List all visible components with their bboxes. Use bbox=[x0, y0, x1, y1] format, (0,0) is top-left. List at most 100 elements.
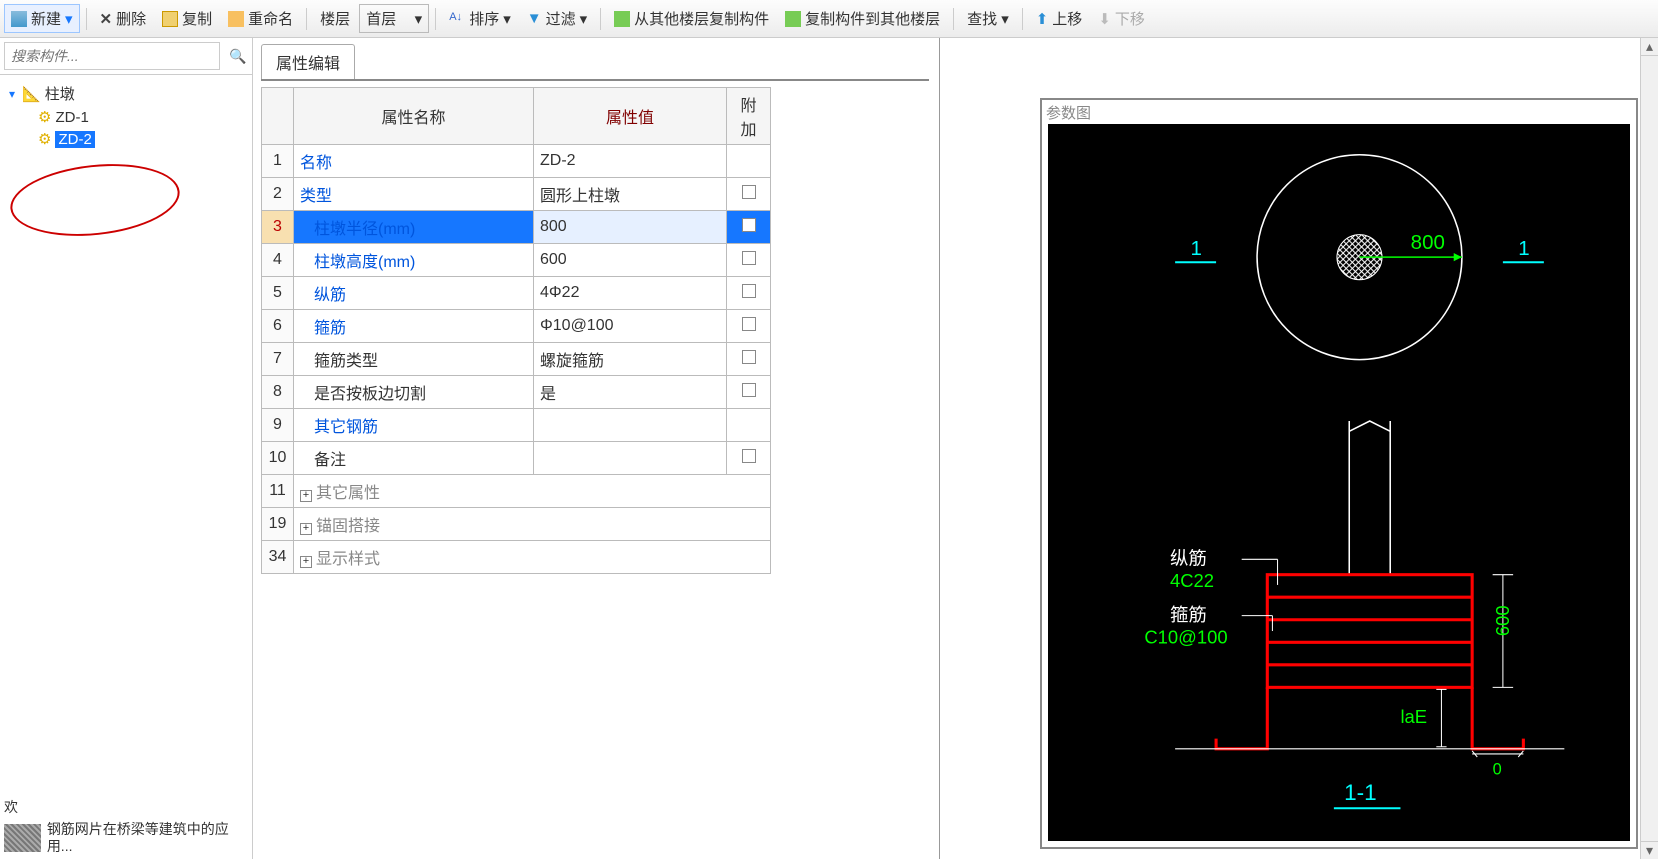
prop-value[interactable]: 圆形上柱墩 bbox=[534, 178, 727, 211]
attach-cell[interactable] bbox=[727, 277, 771, 310]
prop-name[interactable]: 箍筋类型 bbox=[294, 343, 534, 376]
tree-item-label: ZD-2 bbox=[55, 131, 94, 148]
checkbox-icon[interactable] bbox=[742, 284, 756, 298]
dropdown-caret-icon: ▾ bbox=[503, 10, 511, 28]
table-row[interactable]: 4柱墩高度(mm)600 bbox=[262, 244, 771, 277]
rename-button[interactable]: 重命名 bbox=[221, 4, 300, 33]
table-group-row[interactable]: 34+显示样式 bbox=[262, 541, 771, 574]
table-row[interactable]: 10备注 bbox=[262, 442, 771, 475]
filter-label: 过滤 bbox=[546, 8, 576, 29]
group-label[interactable]: +显示样式 bbox=[294, 541, 771, 574]
vertical-scrollbar[interactable]: ▴ ▾ bbox=[1640, 38, 1658, 859]
svg-text:C10@100: C10@100 bbox=[1144, 626, 1227, 647]
table-row[interactable]: 7箍筋类型螺旋箍筋 bbox=[262, 343, 771, 376]
svg-text:1: 1 bbox=[1190, 237, 1201, 260]
checkbox-icon[interactable] bbox=[742, 251, 756, 265]
search-button[interactable]: 🔍 bbox=[224, 38, 252, 74]
attach-cell[interactable] bbox=[727, 145, 771, 178]
news-item[interactable]: 钢筋网片在桥梁等建筑中的应用... bbox=[4, 821, 248, 855]
attach-cell[interactable] bbox=[727, 211, 771, 244]
table-row[interactable]: 2类型圆形上柱墩 bbox=[262, 178, 771, 211]
attach-cell[interactable] bbox=[727, 409, 771, 442]
prop-name[interactable]: 类型 bbox=[294, 178, 534, 211]
sort-label: 排序 bbox=[469, 8, 499, 29]
table-row[interactable]: 5纵筋4Φ22 bbox=[262, 277, 771, 310]
prop-name[interactable]: 柱墩高度(mm) bbox=[294, 244, 534, 277]
tree-item[interactable]: ⚙ ZD-2 bbox=[6, 128, 252, 150]
component-tree: ▾ 📐 柱墩 ⚙ ZD-1 ⚙ ZD-2 bbox=[0, 75, 252, 150]
attach-cell[interactable] bbox=[727, 343, 771, 376]
table-group-row[interactable]: 11+其它属性 bbox=[262, 475, 771, 508]
group-label[interactable]: +锚固搭接 bbox=[294, 508, 771, 541]
delete-button[interactable]: ✕ 删除 bbox=[93, 4, 154, 33]
tree-root[interactable]: ▾ 📐 柱墩 bbox=[6, 81, 252, 106]
prop-value[interactable]: 是 bbox=[534, 376, 727, 409]
copy-to-label: 复制构件到其他楼层 bbox=[805, 8, 940, 29]
floor-value: 首层 bbox=[366, 8, 396, 29]
search-input[interactable] bbox=[4, 42, 220, 70]
prop-name[interactable]: 箍筋 bbox=[294, 310, 534, 343]
dropdown-caret-icon: ▾ bbox=[580, 10, 588, 28]
sort-icon: A↓ bbox=[449, 11, 465, 27]
table-row[interactable]: 3柱墩半径(mm)800 bbox=[262, 211, 771, 244]
checkbox-icon[interactable] bbox=[742, 218, 756, 232]
attach-cell[interactable] bbox=[727, 178, 771, 211]
new-button[interactable]: 新建 ▾ bbox=[4, 4, 80, 33]
prop-value[interactable] bbox=[534, 409, 727, 442]
svg-text:纵筋: 纵筋 bbox=[1170, 547, 1207, 568]
attach-cell[interactable] bbox=[727, 442, 771, 475]
find-button[interactable]: 查找 ▾ bbox=[960, 4, 1016, 33]
tree-item[interactable]: ⚙ ZD-1 bbox=[6, 106, 252, 128]
expand-icon[interactable]: + bbox=[300, 556, 312, 568]
expand-icon[interactable]: + bbox=[300, 523, 312, 535]
prop-name[interactable]: 是否按板边切割 bbox=[294, 376, 534, 409]
copy-label: 复制 bbox=[182, 8, 212, 29]
prop-value[interactable]: ZD-2 bbox=[534, 145, 727, 178]
scroll-up-icon[interactable]: ▴ bbox=[1641, 38, 1658, 56]
attach-cell[interactable] bbox=[727, 376, 771, 409]
table-row[interactable]: 9其它钢筋 bbox=[262, 409, 771, 442]
dropdown-caret-icon: ▾ bbox=[65, 10, 73, 28]
checkbox-icon[interactable] bbox=[742, 383, 756, 397]
category-icon: 📐 bbox=[22, 85, 41, 103]
group-label[interactable]: +其它属性 bbox=[294, 475, 771, 508]
copy-from-other-floor-button[interactable]: 从其他楼层复制构件 bbox=[607, 4, 776, 33]
prop-name[interactable]: 备注 bbox=[294, 442, 534, 475]
attach-cell[interactable] bbox=[727, 244, 771, 277]
move-down-button[interactable]: ⬇ 下移 bbox=[1091, 4, 1152, 33]
floor-dropdown[interactable]: 首层 ▾ bbox=[359, 4, 429, 33]
tab-property-edit[interactable]: 属性编辑 bbox=[261, 44, 355, 79]
row-number: 3 bbox=[262, 211, 294, 244]
checkbox-icon[interactable] bbox=[742, 185, 756, 199]
table-row[interactable]: 1名称ZD-2 bbox=[262, 145, 771, 178]
collapse-icon[interactable]: ▾ bbox=[6, 87, 18, 101]
scroll-down-icon[interactable]: ▾ bbox=[1641, 841, 1658, 859]
checkbox-icon[interactable] bbox=[742, 350, 756, 364]
cad-canvas: 800 1 1 bbox=[1048, 124, 1630, 841]
table-row[interactable]: 6箍筋Φ10@100 bbox=[262, 310, 771, 343]
copy-button[interactable]: 复制 bbox=[155, 4, 219, 33]
prop-name[interactable]: 其它钢筋 bbox=[294, 409, 534, 442]
copy-to-other-floor-button[interactable]: 复制构件到其他楼层 bbox=[778, 4, 947, 33]
prop-value[interactable]: 螺旋箍筋 bbox=[534, 343, 727, 376]
sort-button[interactable]: A↓ 排序 ▾ bbox=[442, 4, 518, 33]
table-group-row[interactable]: 19+锚固搭接 bbox=[262, 508, 771, 541]
prop-name[interactable]: 名称 bbox=[294, 145, 534, 178]
attach-cell[interactable] bbox=[727, 310, 771, 343]
prop-name[interactable]: 柱墩半径(mm) bbox=[294, 211, 534, 244]
checkbox-icon[interactable] bbox=[742, 449, 756, 463]
prop-value[interactable]: 600 bbox=[534, 244, 727, 277]
prop-name[interactable]: 纵筋 bbox=[294, 277, 534, 310]
table-row[interactable]: 8是否按板边切割是 bbox=[262, 376, 771, 409]
prop-value[interactable] bbox=[534, 442, 727, 475]
move-up-button[interactable]: ⬆ 上移 bbox=[1029, 4, 1090, 33]
news-text: 钢筋网片在桥梁等建筑中的应用... bbox=[47, 821, 248, 855]
prop-value[interactable]: 4Φ22 bbox=[534, 277, 727, 310]
expand-icon[interactable]: + bbox=[300, 490, 312, 502]
prop-value[interactable]: Φ10@100 bbox=[534, 310, 727, 343]
prop-value[interactable]: 800 bbox=[534, 211, 727, 244]
checkbox-icon[interactable] bbox=[742, 317, 756, 331]
header-value: 属性值 bbox=[534, 88, 727, 145]
main-toolbar: 新建 ▾ ✕ 删除 复制 重命名 楼层 首层 ▾ A↓ 排序 ▾ ▼ 过滤 ▾ … bbox=[0, 0, 1658, 38]
filter-button[interactable]: ▼ 过滤 ▾ bbox=[520, 4, 594, 33]
